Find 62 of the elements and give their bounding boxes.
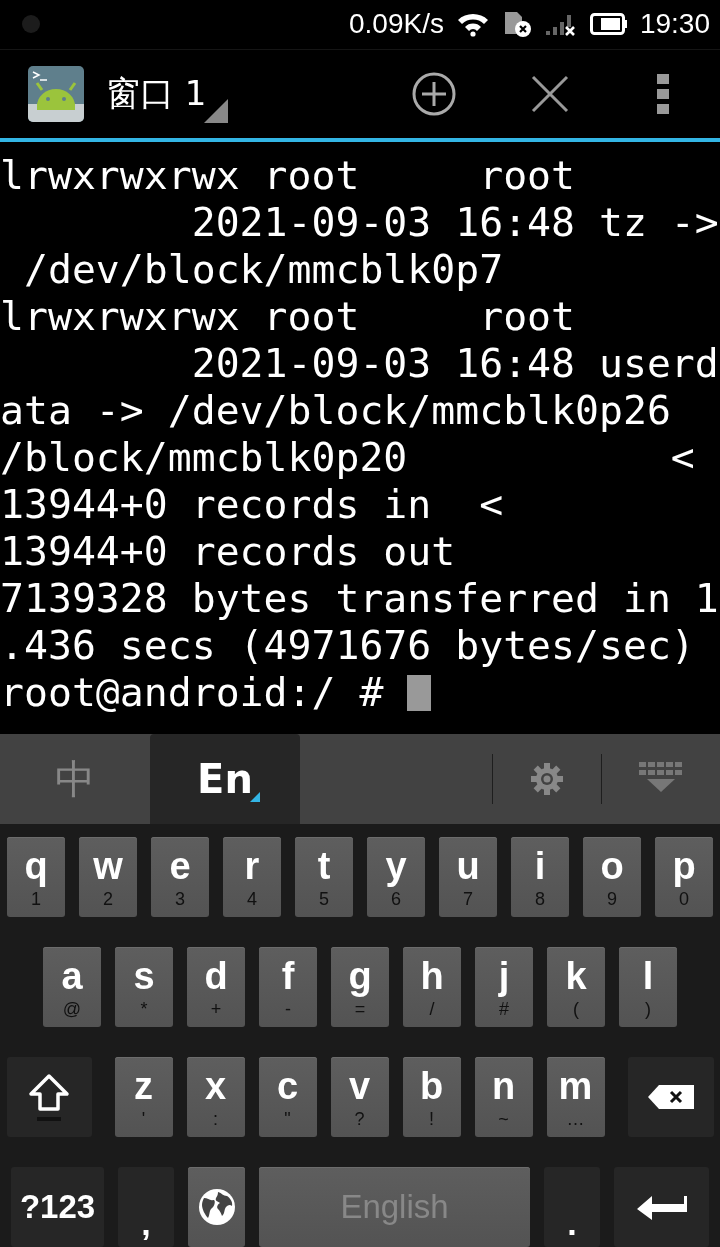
letter-key[interactable]: v ? <box>330 1057 389 1137</box>
letter-key[interactable]: x : <box>186 1057 245 1137</box>
letter-key[interactable]: h / <box>403 947 461 1027</box>
letter-key[interactable]: p 0 <box>655 837 713 917</box>
letter-key[interactable]: z ' <box>114 1057 173 1137</box>
terminal-line: 13944+0 records out <box>0 528 456 576</box>
enter-icon <box>635 1193 688 1221</box>
camera-dot-icon <box>22 15 40 34</box>
symbols-key[interactable]: ?123 <box>11 1167 104 1247</box>
language-tab[interactable]: En <box>150 734 300 824</box>
letter-key[interactable]: t 5 <box>295 837 353 917</box>
punctuation-key[interactable]: , <box>118 1167 174 1247</box>
backspace-key[interactable] <box>627 1057 714 1137</box>
terminal-line: /dev/block/mmcblk0p7 <box>22 246 504 294</box>
language-key[interactable] <box>188 1167 245 1247</box>
letter-key[interactable]: q 1 <box>7 837 65 917</box>
terminal-line: root@android:/ # <box>0 669 385 717</box>
letter-key[interactable]: d + <box>187 947 245 1027</box>
terminal-line: lrwxrwxrwx root root <box>0 293 576 341</box>
terminal-line: 13944+0 records in < <box>0 481 504 529</box>
shift-key[interactable] <box>6 1057 92 1137</box>
battery-icon <box>589 13 628 36</box>
letter-key[interactable]: o 9 <box>583 837 641 917</box>
letter-key[interactable]: c " <box>258 1057 317 1137</box>
letter-key[interactable]: n ~ <box>474 1057 533 1137</box>
terminal-line: .436 secs (4971676 bytes/sec) <box>0 622 695 670</box>
letter-key[interactable]: j # <box>475 947 533 1027</box>
terminal-line: 2021-09-03 16:48 userd <box>190 340 719 388</box>
letter-key[interactable]: w 2 <box>79 837 137 917</box>
terminal-line: 7139328 bytes transferred in 1 <box>0 575 719 623</box>
letter-key[interactable]: u 7 <box>439 837 497 917</box>
shift-icon <box>27 1072 71 1122</box>
letter-key[interactable]: g = <box>331 947 389 1027</box>
letter-key[interactable]: i 8 <box>511 837 569 917</box>
letter-key[interactable]: y 6 <box>367 837 425 917</box>
settings-icon[interactable] <box>530 762 564 796</box>
letter-key[interactable]: e 3 <box>151 837 209 917</box>
menu-icon[interactable] <box>657 74 669 115</box>
text-cursor <box>407 674 432 711</box>
globe-icon <box>197 1188 236 1226</box>
close-icon[interactable] <box>531 75 569 114</box>
terminal-app-icon[interactable] <box>28 66 84 123</box>
window-selector[interactable]: 窗口 1 <box>106 59 229 130</box>
network-speed: 0.09K/s <box>348 8 444 41</box>
letter-key[interactable]: k ( <box>547 947 605 1027</box>
terminal-line: 2021-09-03 16:48 tz -> <box>190 199 719 247</box>
clock-time: 19:30 <box>639 8 710 41</box>
dropdown-corner-icon <box>204 99 229 124</box>
terminal-line: lrwxrwxrwx root root <box>0 152 576 200</box>
punctuation-key[interactable]: . <box>544 1167 600 1247</box>
letter-key[interactable]: r 4 <box>223 837 281 917</box>
letter-key[interactable]: l ) <box>619 947 677 1027</box>
terminal-line: ata -> /dev/block/mmcblk0p26 <box>0 387 671 435</box>
letter-key[interactable]: m … <box>546 1057 605 1137</box>
add-icon[interactable] <box>411 71 457 118</box>
backspace-icon <box>646 1084 695 1110</box>
enter-key[interactable] <box>614 1167 709 1247</box>
terminal-line: /block/mmcblk0p20 < <box>0 434 695 482</box>
letter-key[interactable]: s * <box>115 947 173 1027</box>
letter-key[interactable]: f - <box>259 947 317 1027</box>
letter-key[interactable]: a @ <box>43 947 101 1027</box>
letter-key[interactable]: b ! <box>402 1057 461 1137</box>
